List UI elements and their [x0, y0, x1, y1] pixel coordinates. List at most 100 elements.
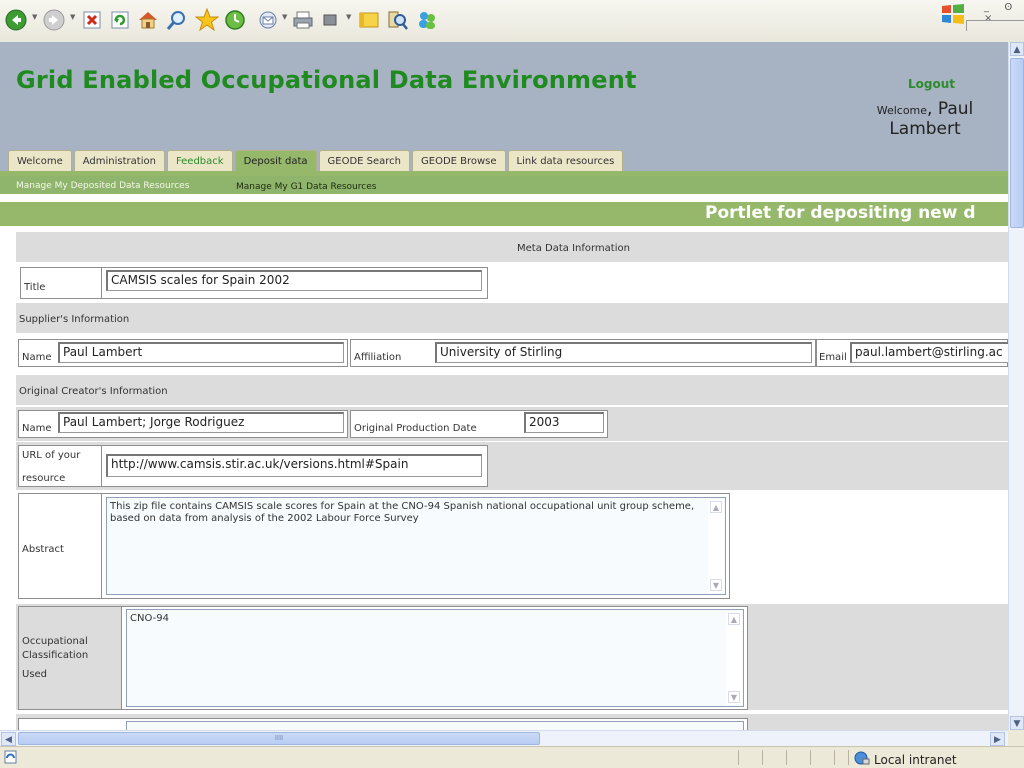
forward-icon[interactable]: [42, 6, 66, 34]
creator-header-row: Original Creator's Information: [16, 375, 1008, 405]
search-icon[interactable]: [164, 6, 190, 34]
back-icon[interactable]: [4, 6, 28, 34]
scroll-up-icon[interactable]: ▲: [1010, 42, 1024, 56]
meta-data-header-row: Meta Data Information: [16, 232, 1008, 262]
status-separator: [810, 750, 811, 765]
url-label-line2: resource: [22, 473, 66, 484]
tab-geode-browse[interactable]: GEODE Browse: [412, 150, 506, 171]
scroll-corner: [1008, 730, 1024, 746]
refresh-icon[interactable]: [108, 6, 132, 34]
scroll-left-icon[interactable]: ◀: [1, 732, 16, 746]
status-bar: Local intranet: [0, 746, 1024, 768]
supplier-heading: Supplier's Information: [19, 314, 130, 325]
url-input[interactable]: http://www.camsis.stir.ac.uk/versions.ht…: [106, 454, 482, 477]
abstract-text: This zip file contains CAMSIS scale scor…: [110, 501, 695, 524]
tab-deposit-data[interactable]: Deposit data: [234, 150, 317, 171]
tab-link-data-resources[interactable]: Link data resources: [507, 150, 624, 171]
production-date-input[interactable]: 2003: [524, 412, 604, 433]
production-date-label: Original Production Date: [354, 423, 477, 434]
abstract-textarea[interactable]: This zip file contains CAMSIS scale scor…: [106, 497, 726, 595]
creator-heading: Original Creator's Information: [19, 386, 168, 397]
page-viewport: Grid Enabled Occupational Data Environme…: [0, 42, 1008, 730]
occupation-textarea[interactable]: CNO-94 ▲ ▼: [126, 609, 744, 707]
logout-link[interactable]: Logout: [908, 77, 955, 91]
page-icon: [4, 750, 18, 767]
horizontal-scrollbar[interactable]: ◀ IIII ▶: [0, 730, 1008, 746]
occupation-label-line3: Used: [22, 669, 48, 680]
scroll-up-icon[interactable]: ▲: [728, 613, 740, 625]
main-tabs: Welcome Administration Feedback Deposit …: [8, 150, 624, 172]
edit-icon[interactable]: [318, 6, 342, 34]
title-label: Title: [24, 282, 46, 293]
abstract-label: Abstract: [22, 544, 64, 555]
abstract-scrollbar[interactable]: ▲ ▼: [708, 499, 724, 593]
occupation-label-line1: Occupational: [22, 636, 88, 647]
vertical-scroll-thumb[interactable]: [1010, 58, 1024, 228]
scroll-down-icon[interactable]: ▼: [1010, 716, 1024, 730]
status-separator: [834, 750, 835, 765]
affiliation-input[interactable]: University of Stirling: [435, 342, 812, 363]
welcome-message: Welcome, Paul Lambert: [860, 100, 990, 139]
welcome-prefix: Welcome: [876, 104, 928, 117]
welcome-separator: ,: [927, 99, 938, 119]
subnav-deposited-resources[interactable]: Manage My Deposited Data Resources: [16, 176, 189, 196]
creator-name-label: Name: [22, 423, 52, 434]
mail-icon[interactable]: [256, 6, 282, 34]
sub-navigation: Manage My Deposited Data Resources Manag…: [0, 176, 1008, 194]
email-input[interactable]: paul.lambert@stirling.ac: [850, 342, 1008, 363]
status-separator: [762, 750, 763, 765]
tab-administration[interactable]: Administration: [73, 150, 165, 171]
tab-welcome[interactable]: Welcome: [8, 150, 72, 171]
user-last-name: Lambert: [889, 119, 961, 139]
scroll-down-icon[interactable]: ▼: [710, 579, 722, 591]
stop-icon[interactable]: [80, 6, 104, 34]
next-textarea[interactable]: [126, 721, 744, 730]
forward-dropdown-icon[interactable]: ▼: [70, 13, 75, 21]
url-label-line1: URL of your: [22, 450, 81, 461]
security-zone-label: Local intranet: [874, 752, 957, 767]
tab-feedback[interactable]: Feedback: [166, 150, 233, 171]
occupation-label-line2: Classification: [22, 650, 89, 661]
favorites-icon[interactable]: [194, 6, 220, 34]
horizontal-scroll-thumb[interactable]: IIII: [18, 732, 540, 745]
home-icon[interactable]: [136, 6, 160, 34]
title-input[interactable]: CAMSIS scales for Spain 2002: [106, 270, 482, 291]
user-first-name: Paul: [937, 99, 974, 119]
affiliation-label: Affiliation: [354, 352, 402, 363]
browser-toolbar: ▼ ▼ ▼ ▼ _ ʘ ×: [0, 0, 1024, 43]
occupation-label-cell: Occupational Classification Used: [18, 606, 122, 710]
mail-dropdown-icon[interactable]: ▼: [282, 13, 287, 21]
edit-dropdown-icon[interactable]: ▼: [346, 13, 351, 21]
supplier-name-label: Name: [22, 352, 52, 363]
supplier-name-input[interactable]: Paul Lambert: [58, 342, 344, 363]
toolbar-search-box[interactable]: [966, 20, 1024, 31]
history-icon[interactable]: [222, 6, 248, 34]
site-title: Grid Enabled Occupational Data Environme…: [16, 66, 637, 94]
scroll-right-icon[interactable]: ▶: [990, 732, 1005, 746]
title-label-cell: Title: [20, 267, 102, 299]
discuss-icon[interactable]: [356, 6, 382, 34]
meta-data-heading: Meta Data Information: [517, 243, 630, 254]
intranet-icon: [854, 751, 870, 768]
occupation-text: CNO-94: [130, 613, 169, 624]
status-separator: [738, 750, 739, 765]
status-separator: [848, 750, 849, 765]
status-separator: [786, 750, 787, 765]
portlet-title: Portlet for depositing new d: [705, 203, 976, 223]
creator-name-input[interactable]: Paul Lambert; Jorge Rodriguez: [58, 412, 344, 433]
tab-geode-search[interactable]: GEODE Search: [318, 150, 410, 171]
occupation-scrollbar[interactable]: ▲ ▼: [726, 611, 742, 705]
security-zone[interactable]: Local intranet: [854, 751, 957, 768]
vertical-scrollbar[interactable]: ▲ ▼: [1008, 42, 1024, 730]
research-icon[interactable]: [384, 6, 410, 34]
print-icon[interactable]: [290, 6, 316, 34]
abstract-label-cell: Abstract: [18, 493, 102, 599]
windows-logo-icon: [940, 2, 966, 29]
email-label: Email: [819, 352, 847, 363]
separator: [0, 194, 1008, 202]
messenger-icon[interactable]: [414, 6, 440, 34]
url-label-cell: URL of your resource: [18, 445, 102, 487]
back-dropdown-icon[interactable]: ▼: [32, 13, 37, 21]
scroll-down-icon[interactable]: ▼: [728, 691, 740, 703]
scroll-up-icon[interactable]: ▲: [710, 501, 722, 513]
